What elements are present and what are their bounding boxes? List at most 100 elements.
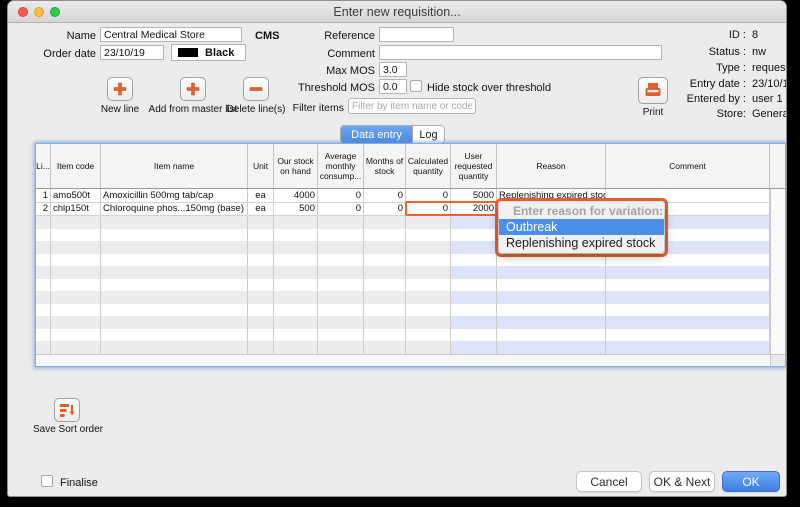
table-cell[interactable] [318,329,364,342]
table-cell[interactable] [101,241,248,254]
table-cell[interactable] [101,229,248,242]
table-cell[interactable] [364,329,406,342]
table-cell[interactable] [101,279,248,292]
table-cell[interactable]: 0 [364,189,406,202]
table-cell[interactable] [364,341,406,354]
table-cell[interactable] [36,254,51,267]
table-cell[interactable] [318,216,364,229]
table-cell[interactable] [606,316,770,329]
table-cell[interactable] [274,279,318,292]
table-cell[interactable] [36,241,51,254]
table-cell[interactable] [51,329,101,342]
table-cell[interactable] [248,229,274,242]
cancel-button[interactable]: Cancel [576,471,642,492]
table-cell[interactable]: ea [248,189,274,202]
table-cell[interactable] [606,291,770,304]
ok-next-button[interactable]: OK & Next [649,471,715,492]
table-cell[interactable] [274,241,318,254]
table-cell[interactable] [101,216,248,229]
header-cell[interactable]: Comment [606,144,770,188]
table-cell[interactable] [406,291,451,304]
table-cell[interactable] [318,291,364,304]
table-cell[interactable] [274,329,318,342]
table-cell[interactable] [451,304,497,317]
table-cell[interactable] [606,304,770,317]
table-cell[interactable] [248,316,274,329]
table-cell[interactable] [364,229,406,242]
header-cell[interactable]: Our stock on hand [274,144,318,188]
table-cell[interactable] [406,329,451,342]
table-cell[interactable]: amo500t [51,189,101,202]
table-cell[interactable]: 0 [318,203,364,216]
add-from-master-list-button[interactable] [180,77,206,101]
menu-item-replenishing[interactable]: Replenishing expired stock [499,235,664,251]
reference-input[interactable] [379,27,454,42]
table-cell[interactable] [51,229,101,242]
table-cell[interactable] [406,304,451,317]
table-cell[interactable] [36,291,51,304]
table-cell[interactable] [274,316,318,329]
table-cell[interactable] [364,216,406,229]
finalise-checkbox[interactable] [41,475,53,487]
table-cell[interactable] [318,341,364,354]
table-cell[interactable] [36,341,51,354]
hide-stock-checkbox[interactable] [410,80,422,92]
new-line-button[interactable] [107,77,133,101]
table-cell[interactable] [318,254,364,267]
table-cell[interactable] [101,316,248,329]
table-cell[interactable] [497,304,606,317]
table-cell[interactable]: Chloroquine phos...150mg (base) tab [101,203,248,216]
table-cell[interactable] [274,266,318,279]
table-cell[interactable] [274,304,318,317]
table-cell[interactable] [451,216,497,229]
table-cell[interactable] [406,266,451,279]
tab-log[interactable]: Log [412,126,444,143]
table-cell[interactable]: ea [248,203,274,216]
table-cell[interactable] [51,216,101,229]
table-cell[interactable] [101,254,248,267]
table-cell[interactable] [318,279,364,292]
table-cell[interactable] [51,341,101,354]
table-cell[interactable] [364,316,406,329]
table-cell[interactable] [248,291,274,304]
table-cell[interactable]: Amoxicillin 500mg tab/cap [101,189,248,202]
table-cell[interactable] [36,216,51,229]
table-cell[interactable] [364,241,406,254]
table-cell[interactable] [406,241,451,254]
table-cell[interactable] [274,254,318,267]
table-cell[interactable]: chlp150t [51,203,101,216]
table-cell[interactable] [318,304,364,317]
table-cell[interactable]: 0 [364,203,406,216]
table-cell[interactable] [248,266,274,279]
table-cell[interactable] [497,279,606,292]
table-cell[interactable] [451,229,497,242]
table-cell[interactable]: 0 [406,189,451,202]
table-cell[interactable] [318,229,364,242]
header-cell[interactable]: Average monthly consump... [318,144,364,188]
table-cell[interactable] [318,266,364,279]
header-cell[interactable]: Li... [36,144,51,188]
table-cell[interactable] [36,279,51,292]
color-select[interactable]: Black [171,44,246,61]
header-cell[interactable]: User requested quantity [451,144,497,188]
table-cell[interactable]: 5000 [451,189,497,202]
table-cell[interactable] [451,266,497,279]
table-cell[interactable] [248,304,274,317]
header-cell[interactable]: Item code [51,144,101,188]
table-cell[interactable] [101,266,248,279]
table-cell[interactable] [451,291,497,304]
table-cell[interactable]: 500 [274,203,318,216]
table-cell[interactable] [101,341,248,354]
table-cell[interactable]: 1 [36,189,51,202]
table-cell[interactable] [451,241,497,254]
table-cell[interactable] [497,266,606,279]
filter-items-input[interactable] [348,98,476,114]
table-cell[interactable]: 2 [36,203,51,216]
table-cell[interactable] [248,279,274,292]
table-cell[interactable] [51,316,101,329]
table-cell[interactable] [318,316,364,329]
table-cell[interactable] [406,341,451,354]
table-cell[interactable] [51,304,101,317]
table-cell[interactable] [51,254,101,267]
table-cell[interactable] [101,329,248,342]
